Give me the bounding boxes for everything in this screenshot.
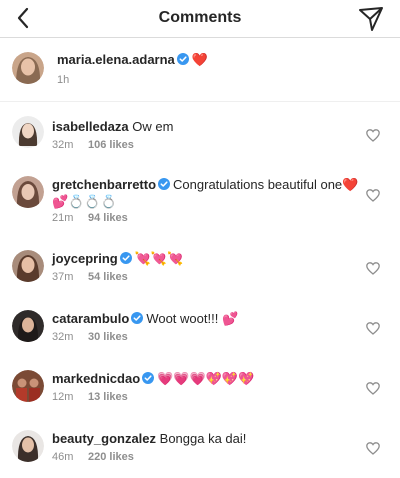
comment-emoji: ❤️ [342,178,359,193]
direct-message-icon[interactable] [358,6,384,32]
comment-text: Woot woot!!! [146,311,219,326]
username[interactable]: gretchenbarretto [52,177,156,192]
like-heart-icon[interactable] [366,322,380,335]
comment-item: beauty_gonzalez Bongga ka dai! 46m 220 li… [0,416,400,478]
comment-item: isabelledaza Ow em 32m 106 likes [0,102,400,162]
comment-item: catarambulo Woot woot!!! 💕 32m 30 likes [0,296,400,356]
comment-line: beauty_gonzalez Bongga ka dai! [52,430,246,447]
comment-item: markednicdao 💗💗💗💖💖💖 12m 13 likes [0,356,400,416]
verified-badge-icon [158,178,171,190]
like-heart-icon[interactable] [366,129,380,142]
post-caption: maria.elena.adarna ❤️ 1h [0,38,400,102]
like-heart-icon[interactable] [366,382,380,395]
username[interactable]: catarambulo [52,311,129,326]
like-heart-icon[interactable] [366,442,380,455]
verified-badge-icon [176,53,189,65]
avatar[interactable] [12,116,44,148]
comment-text: Congratulations beautiful one [173,177,343,192]
top-bar: Comments [0,0,400,38]
comment-meta: 21m 94 likes [52,212,128,224]
comment-meta: 32m 106 likes [52,139,134,151]
comment-text: Bongga ka dai! [159,431,247,446]
comment-meta: 12m 13 likes [52,391,128,403]
comment-text: Ow em [132,119,174,134]
comment-likes[interactable]: 94 likes [88,212,128,224]
page-title: Comments [158,9,242,26]
verified-badge-icon [131,312,144,324]
like-heart-icon[interactable] [366,262,380,275]
comment-emoji: 💕 [221,312,239,327]
avatar[interactable] [12,370,44,402]
comment-time: 46m [52,451,74,463]
verified-badge-icon [142,372,155,384]
avatar[interactable] [12,310,44,342]
comment-likes[interactable]: 13 likes [88,391,128,403]
comment-emoji: 💘💘💘 [134,252,184,267]
username[interactable]: maria.elena.adarna [57,52,175,67]
verified-badge-icon [119,252,132,264]
comment-emoji: 💗💗💗💖💖💖 [157,372,255,387]
comment-line: joycepring 💘💘💘 [52,250,183,268]
comment-likes[interactable]: 220 likes [88,451,134,463]
username[interactable]: isabelledaza [52,119,129,134]
avatar[interactable] [12,250,44,282]
like-heart-icon[interactable] [366,189,380,202]
comment-meta: 32m 30 likes [52,331,128,343]
comment-likes[interactable]: 30 likes [88,331,128,343]
avatar[interactable] [12,176,44,208]
comment-time: 37m [52,271,74,283]
comment-time: 32m [52,331,74,343]
comment-likes[interactable]: 106 likes [88,139,134,151]
username[interactable]: markednicdao [52,371,140,386]
comment-line: gretchenbarretto Congratulations beautifu… [52,176,358,194]
comment-item: joycepring 💘💘💘 37m 54 likes [0,236,400,296]
comment-meta: 46m 220 likes [52,451,134,463]
comment-item: gretchenbarretto Congratulations beautifu… [0,162,400,234]
comment-time: 21m [52,212,74,224]
username[interactable]: joycepring [52,251,118,266]
comment-meta: 37m 54 likes [52,271,128,283]
comment-emoji-line: 💕💍💍💍 [52,195,117,210]
comment-likes[interactable]: 54 likes [88,271,128,283]
comment-time: 12m [52,391,74,403]
avatar[interactable] [12,52,44,84]
caption-time: 1h [57,74,70,86]
comment-line-2: 💕💍💍💍 [52,193,117,211]
caption-line: maria.elena.adarna ❤️ [57,52,208,68]
comment-line: catarambulo Woot woot!!! 💕 [52,310,238,328]
comment-time: 32m [52,139,74,151]
avatar[interactable] [12,430,44,462]
username[interactable]: beauty_gonzalez [52,431,156,446]
comment-line: markednicdao 💗💗💗💖💖💖 [52,370,254,388]
comment-line: isabelledaza Ow em [52,118,173,135]
caption-emoji: ❤️ [191,53,208,68]
